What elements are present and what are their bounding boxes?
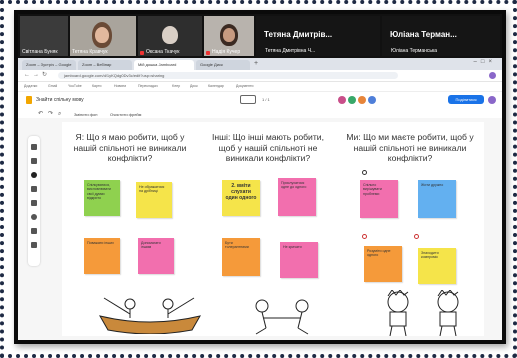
participant-tile[interactable]: Світлана Буняк (20, 16, 68, 56)
column-header-others: Інші: Що інші мають робити, щоб у нашій … (212, 132, 324, 163)
select-icon[interactable] (31, 172, 37, 178)
zoom-icon[interactable]: ⌕ (58, 111, 61, 118)
participant-name: Оксана Ткачук (146, 49, 180, 55)
participant-name: Надія Кучер (212, 49, 241, 55)
collaborator-avatar[interactable] (368, 96, 376, 104)
sticky-note[interactable]: Спільно вирішувати проблеми (360, 180, 398, 218)
sticky-note[interactable]: Поважати інших (84, 238, 120, 274)
new-tab-icon[interactable]: + (254, 60, 258, 67)
bookmarks-bar: Додатки Gmail YouTube Карти Новини Перек… (18, 82, 502, 92)
participant-name: Тетяна Дмитрівна Ч... (265, 48, 316, 54)
clear-frame-button[interactable]: Очистити фрейм (110, 112, 141, 117)
bookmark-item[interactable]: YouTube (68, 84, 82, 89)
browser-tab-active[interactable]: Мій дошка Jamboard (134, 60, 194, 70)
sticky-note[interactable]: Прислухатися одне до одного (278, 178, 316, 216)
pin-icon (362, 170, 367, 175)
account-avatar[interactable] (488, 96, 496, 104)
frame-bar-icon[interactable] (240, 95, 256, 104)
browser-tab[interactable]: Zoom – Вебінар (78, 60, 132, 70)
share-button[interactable]: Поділитися (448, 95, 484, 104)
participant-name: Тетяна Кравчук (72, 49, 108, 55)
bookmark-item[interactable]: Календар (208, 84, 224, 89)
bookmark-item[interactable]: Gmail (48, 84, 57, 89)
undo-icon[interactable]: ↶ (38, 110, 43, 117)
participant-tile[interactable]: Тетяна Кравчук (70, 16, 136, 56)
jam-frame[interactable]: Я: Що я маю робити, щоб у нашій спільнот… (62, 122, 484, 336)
redo-icon[interactable]: ↷ (48, 110, 53, 117)
laser-icon[interactable] (31, 242, 37, 248)
pen-icon[interactable] (31, 144, 37, 150)
participant-tile[interactable]: Юліана Терман... Юліана Терманська (382, 16, 500, 56)
people-tug-illustration (255, 299, 309, 335)
sticky-note[interactable]: Знаходити компроміс (418, 248, 456, 284)
sticky-note-icon[interactable] (31, 186, 37, 192)
nav-arrows-icon[interactable]: ←→↻ (24, 71, 50, 78)
kids-arguing-illustration (387, 290, 459, 336)
sticky-note[interactable]: Не ображатися на дрібниці (136, 182, 172, 218)
url-input[interactable]: jamboard.google.com/d/1yKQdg0Dv3c/edit?u… (58, 72, 398, 79)
bookmark-item[interactable]: Додатки (24, 84, 37, 89)
tab-strip: Zoom – Зустріч – Google Zoom – Вебінар М… (18, 58, 502, 70)
jamboard-logo-icon (26, 96, 32, 104)
participant-display-name: Тетяна Дмитрів... (264, 30, 333, 39)
collaborator-avatar[interactable] (348, 96, 356, 104)
participant-avatar (162, 26, 178, 44)
frame-counter: 1 / 1 (262, 97, 270, 102)
muted-mic-icon (140, 51, 144, 55)
sticky-note[interactable]: Спілкуватися, висловлювати свої думки ві… (84, 180, 120, 216)
browser-tab[interactable]: Zoom – Зустріч – Google (22, 60, 76, 70)
window-controls[interactable]: –□× (474, 59, 496, 65)
sticky-note[interactable]: Жити дружно (418, 180, 456, 218)
participant-name: Юліана Терманська (391, 48, 438, 54)
profile-avatar[interactable] (489, 72, 496, 79)
address-bar-row: ←→↻ jamboard.google.com/d/1yKQdg0Dv3c/ed… (18, 70, 502, 82)
bookmark-item[interactable]: Перекладач (138, 84, 158, 89)
participant-tile[interactable]: Тетяна Дмитрів... Тетяна Дмитрівна Ч... (256, 16, 380, 56)
column-header-we: Ми: Що ми маєте робити, щоб у нашій спіл… (346, 132, 474, 163)
bookmark-item[interactable]: Документи (236, 84, 253, 89)
sticky-note[interactable]: Розуміти одне одного (364, 246, 402, 282)
sticky-note[interactable]: 2. вміти слухати один одного (222, 180, 260, 216)
set-background-button[interactable]: Змінити фон (74, 112, 97, 117)
image-icon[interactable] (31, 200, 37, 206)
collaborator-avatar[interactable] (338, 96, 346, 104)
zoom-participant-strip: Світлана Буняк Тетяна Кравчук Оксана Тка… (18, 14, 502, 58)
sticky-note[interactable]: Бути толерантними (222, 238, 260, 276)
text-box-icon[interactable] (31, 228, 37, 234)
browser-window: Zoom – Зустріч – Google Zoom – Вебінар М… (18, 58, 502, 340)
bookmark-item[interactable]: Карти (92, 84, 101, 89)
pin-icon (414, 234, 419, 239)
jam-canvas: Я: Що я маю робити, щоб у нашій спільнот… (18, 118, 502, 340)
participant-tile[interactable]: Надія Кучер (204, 16, 254, 56)
sticky-note[interactable]: Допомагати іншим (138, 238, 174, 274)
column-header-me: Я: Що я маю робити, щоб у нашій спільнот… (73, 132, 187, 163)
collaborator-avatar[interactable] (358, 96, 366, 104)
participant-face (95, 27, 109, 43)
bookmark-item[interactable]: Новини (114, 84, 126, 89)
participant-face (223, 28, 235, 42)
bookmark-item[interactable]: Диск (190, 84, 198, 89)
shape-icon[interactable] (31, 214, 37, 220)
pin-icon (362, 234, 367, 239)
board-title[interactable]: Знайти спільну мову (36, 97, 84, 103)
browser-tab[interactable]: Google Диск (196, 60, 250, 70)
muted-mic-icon (206, 51, 210, 55)
left-toolbar (28, 136, 40, 266)
participant-name: Світлана Буняк (22, 49, 58, 55)
sticky-note[interactable]: Не кричати (280, 242, 318, 278)
eraser-icon[interactable] (31, 158, 37, 164)
participant-tile[interactable]: Оксана Ткачук (138, 16, 202, 56)
boat-illustration (98, 297, 202, 334)
participant-display-name: Юліана Терман... (390, 30, 457, 39)
jamboard-header: Знайти спільну мову 1 / 1 Поділитися (18, 92, 502, 108)
bookmark-item[interactable]: Keep (172, 84, 180, 89)
